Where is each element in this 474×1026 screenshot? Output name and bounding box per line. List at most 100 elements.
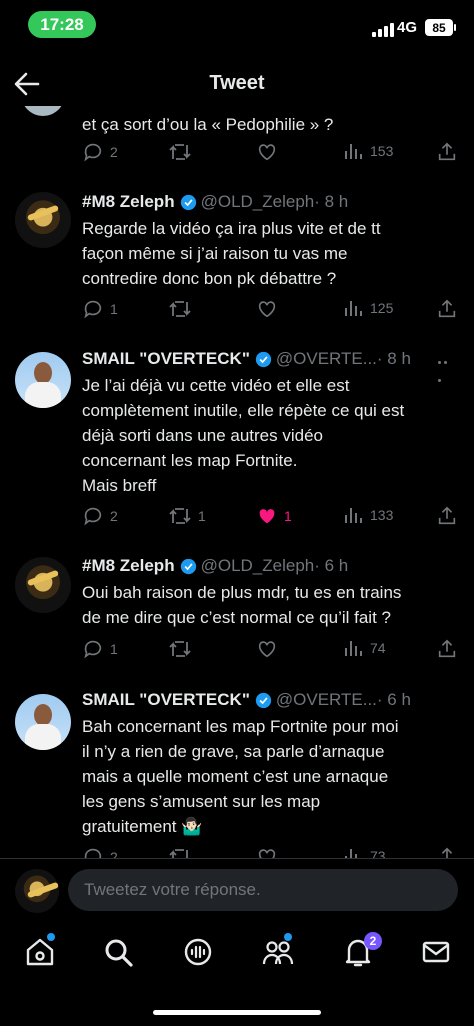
like-button[interactable]: 1	[256, 505, 292, 527]
avatar[interactable]	[21, 106, 65, 116]
heart-filled-icon	[259, 509, 275, 524]
tweet-header: SMAIL "OVERTECK" @OVERTE... · 6 h	[82, 690, 458, 710]
tweet-3[interactable]: #M8 Zeleph @OLD_Zeleph · 6 h Oui bah rai…	[82, 556, 458, 630]
retweet-button[interactable]	[168, 298, 198, 320]
reply-icon	[84, 300, 102, 319]
tweet-thread[interactable]: et ça sort d’ou la « Pedophilie » ? 2 15…	[0, 106, 474, 858]
signal-icon	[372, 23, 394, 37]
views-button[interactable]: 125	[344, 298, 393, 318]
tweet-time: · 6 h	[314, 556, 349, 575]
like-button[interactable]	[256, 846, 284, 858]
tweet-1[interactable]: #M8 Zeleph @OLD_Zeleph · 8 h Regarde la …	[82, 192, 458, 291]
heart-icon	[258, 641, 276, 658]
reply-button[interactable]: 2	[82, 505, 118, 527]
like-button[interactable]	[256, 141, 284, 163]
retweet-count: 1	[198, 508, 206, 524]
mail-icon	[422, 941, 450, 963]
reply-input[interactable]: Tweetez votre réponse.	[68, 869, 458, 911]
more-options-icon[interactable]	[438, 351, 454, 382]
tab-home[interactable]	[22, 933, 58, 970]
tweet-header: #M8 Zeleph @OLD_Zeleph · 6 h	[82, 556, 458, 576]
search-icon	[105, 939, 133, 967]
views-button[interactable]: 74	[344, 638, 386, 658]
avatar[interactable]	[15, 694, 71, 750]
share-button[interactable]	[436, 505, 458, 527]
author-handle[interactable]: @OLD_Zeleph	[201, 556, 315, 576]
views-button[interactable]: 153	[344, 141, 393, 161]
reply-button[interactable]: 2	[82, 846, 118, 858]
reply-count: 1	[110, 641, 118, 657]
author-handle[interactable]: @OVERTE...	[276, 690, 377, 710]
author-name[interactable]: #M8 Zeleph	[82, 192, 175, 212]
share-icon	[438, 142, 456, 161]
status-bar: 17:28 4G 85	[0, 0, 474, 50]
like-button[interactable]	[256, 638, 284, 660]
share-icon	[441, 847, 453, 858]
verified-badge-icon	[180, 194, 196, 210]
battery-icon	[454, 24, 456, 31]
tweet-time: · 8 h	[314, 192, 349, 211]
share-button[interactable]	[436, 141, 458, 163]
views-icon	[345, 508, 362, 523]
views-icon	[345, 144, 362, 159]
retweet-icon	[169, 641, 191, 657]
tweet-text: Regarde la vidéo ça ira plus vite et de …	[82, 219, 381, 288]
avatar[interactable]	[15, 869, 59, 913]
reply-count: 2	[110, 849, 118, 858]
reply-bar: Tweetez votre réponse.	[0, 858, 474, 921]
tweet-4[interactable]: SMAIL "OVERTECK" @OVERTE... · 6 h Bah co…	[82, 690, 458, 839]
author-handle[interactable]: @OVERTE...	[276, 349, 377, 369]
views-icon	[345, 301, 362, 316]
tab-communities[interactable]	[260, 933, 296, 970]
tweet-2[interactable]: SMAIL "OVERTECK" @OVERTE... · 8 h Je l’a…	[82, 349, 458, 498]
author-name[interactable]: SMAIL "OVERTECK"	[82, 690, 250, 710]
reply-count: 2	[110, 508, 118, 524]
tab-messages[interactable]	[418, 934, 454, 970]
tweet-actions: 1 74	[82, 638, 460, 662]
share-button[interactable]	[436, 638, 458, 660]
views-icon	[345, 641, 362, 656]
tab-notifications[interactable]: 2	[340, 932, 382, 970]
share-icon	[438, 639, 456, 658]
reply-button[interactable]: 1	[82, 298, 118, 320]
retweet-icon	[169, 144, 191, 160]
tab-spaces[interactable]	[180, 934, 216, 970]
views-count: 133	[370, 507, 394, 523]
status-time: 17:28	[28, 11, 96, 38]
retweet-icon	[169, 301, 191, 317]
page-title: Tweet	[209, 72, 265, 94]
share-button[interactable]	[436, 298, 458, 320]
views-button[interactable]: 73	[344, 846, 386, 858]
retweet-button[interactable]	[168, 846, 198, 858]
avatar[interactable]	[15, 352, 71, 408]
tweet-0[interactable]: et ça sort d’ou la « Pedophilie » ?	[82, 108, 458, 137]
author-name[interactable]: #M8 Zeleph	[82, 556, 175, 576]
unread-dot	[284, 933, 292, 941]
views-button[interactable]: 133	[344, 505, 393, 525]
tweet-time: · 6 h	[376, 690, 411, 709]
share-button[interactable]	[436, 846, 458, 858]
retweet-button[interactable]	[168, 638, 198, 660]
views-count: 74	[370, 640, 386, 656]
tweet-text: Oui bah raison de plus mdr, tu es en tra…	[82, 583, 402, 627]
reply-button[interactable]: 1	[82, 638, 118, 660]
heart-icon	[258, 301, 276, 318]
share-icon	[438, 506, 456, 525]
home-indicator	[153, 1010, 321, 1015]
reply-button[interactable]: 2	[82, 141, 118, 163]
reply-icon	[84, 143, 102, 162]
avatar[interactable]	[15, 557, 71, 613]
retweet-icon	[169, 849, 188, 858]
notification-badge: 2	[364, 932, 382, 950]
retweet-button[interactable]: 1	[168, 505, 206, 527]
tweet-text: Bah concernant les map Fortnite pour moi…	[82, 717, 399, 836]
avatar[interactable]	[15, 192, 71, 248]
retweet-button[interactable]	[168, 141, 198, 163]
author-name[interactable]: SMAIL "OVERTECK"	[82, 349, 250, 369]
tab-search[interactable]	[100, 934, 136, 970]
like-button[interactable]	[256, 298, 284, 320]
author-handle[interactable]: @OLD_Zeleph	[201, 192, 315, 212]
unread-dot	[47, 933, 55, 941]
tweet-actions: 1 125	[82, 298, 460, 322]
tweet-actions: 2 1 1 133	[82, 505, 460, 529]
